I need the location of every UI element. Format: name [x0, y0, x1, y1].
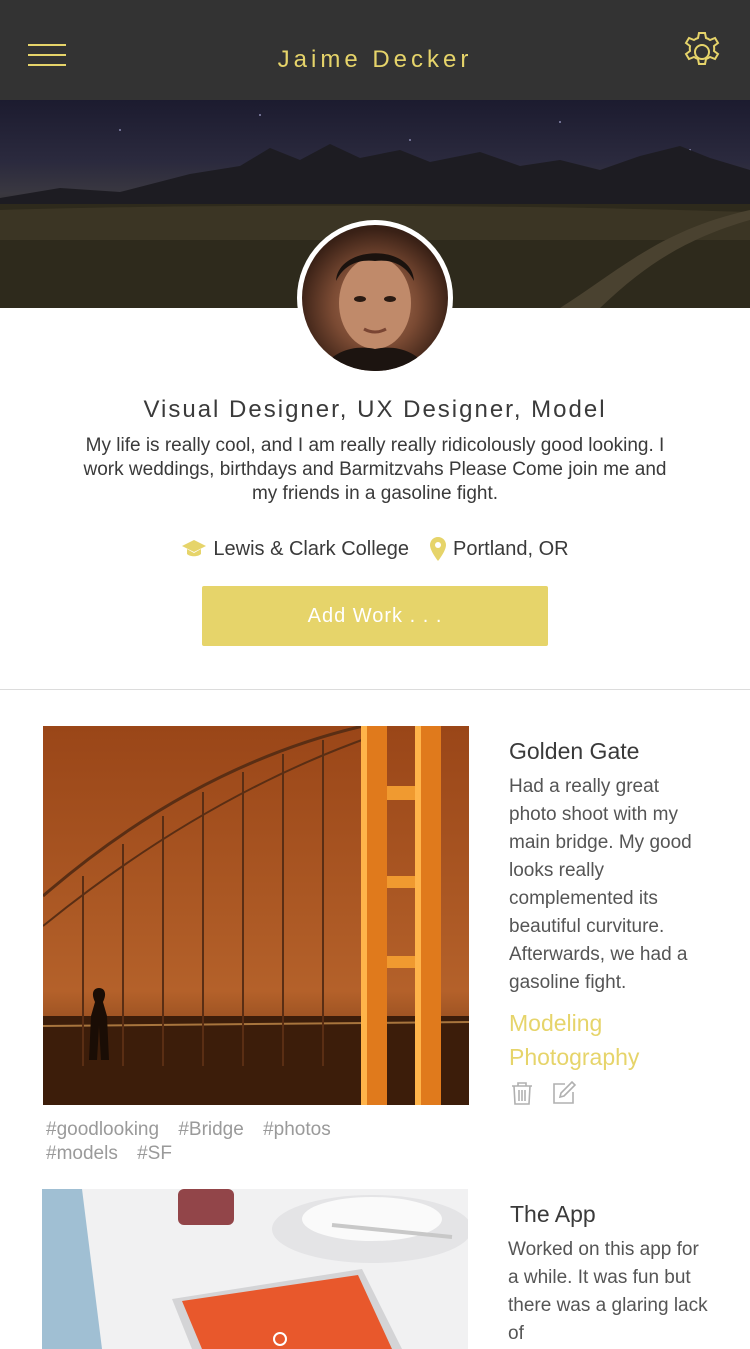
edit-icon[interactable]: [551, 1080, 577, 1106]
section-divider: [0, 689, 750, 690]
work-title[interactable]: Golden Gate: [509, 738, 639, 765]
gear-icon[interactable]: [680, 30, 724, 74]
school-info: Lewis & Clark College: [181, 538, 409, 561]
school-label: Lewis & Clark College: [213, 537, 410, 560]
work-category-line2[interactable]: Photography: [509, 1040, 639, 1074]
add-work-button[interactable]: Add Work . . .: [202, 586, 548, 646]
work-image-golden-gate[interactable]: [43, 726, 469, 1105]
tag[interactable]: #goodlooking: [46, 1119, 159, 1140]
profile-role: Visual Designer, UX Designer, Model: [143, 396, 607, 423]
avatar[interactable]: [302, 225, 448, 371]
tag[interactable]: #Bridge: [178, 1119, 244, 1140]
top-bar: Jaime Decker: [0, 0, 750, 100]
work-title[interactable]: The App: [510, 1201, 596, 1228]
graduation-cap-icon: [182, 540, 207, 557]
work-image-the-app[interactable]: [42, 1189, 468, 1349]
work-tags: #goodlooking #Bridge #photos #models #SF: [46, 1118, 466, 1166]
work-description: Worked on this app for a while. It was f…: [508, 1239, 708, 1344]
profile-meta: Lewis & Clark College Portland, OR: [0, 532, 750, 566]
tag[interactable]: #photos: [263, 1119, 331, 1140]
page-title: Jaime Decker: [277, 46, 473, 73]
work-description: Had a really great photo shoot with my m…: [509, 776, 692, 993]
location-label: Portland, OR: [453, 537, 569, 560]
profile-bio: My life is really cool, and I am really …: [83, 435, 667, 504]
work-actions: [509, 1080, 589, 1108]
tag[interactable]: #models: [46, 1143, 118, 1164]
location-info: Portland, OR: [429, 536, 569, 562]
trash-icon[interactable]: [509, 1080, 535, 1106]
work-category-line1[interactable]: Modeling: [509, 1006, 602, 1040]
map-pin-icon: [430, 537, 447, 561]
tag[interactable]: #SF: [137, 1143, 172, 1164]
